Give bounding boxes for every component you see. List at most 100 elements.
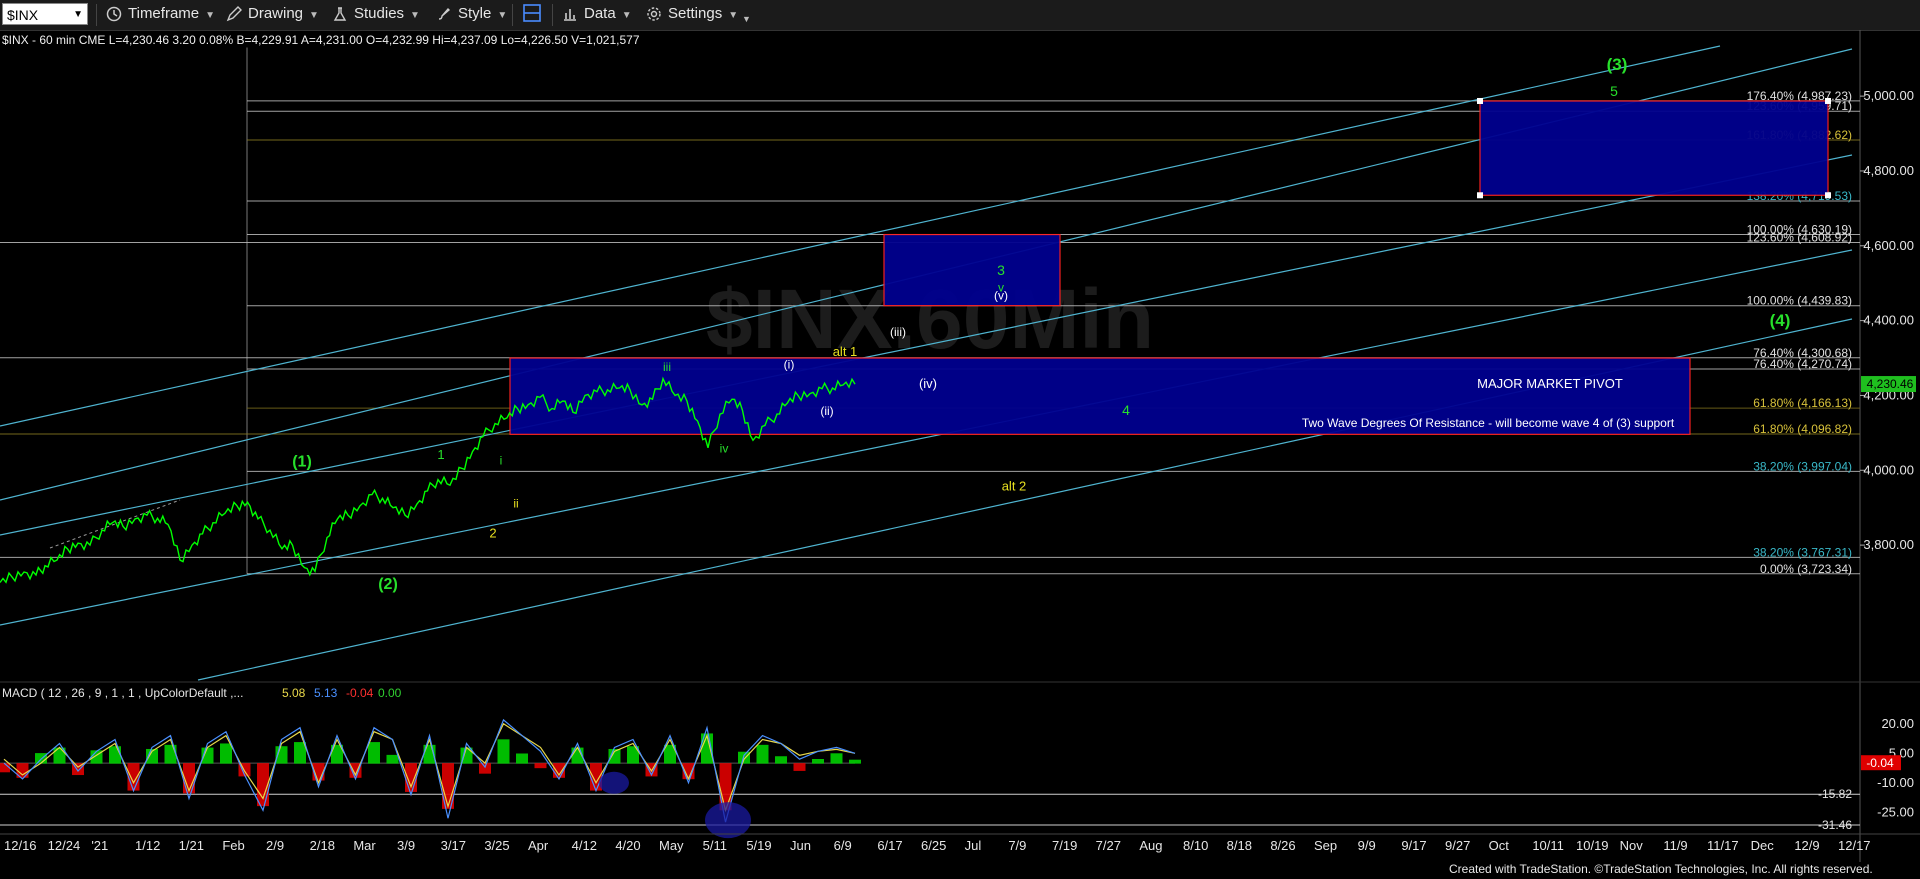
macd-level-label: -31.46 <box>1818 818 1852 832</box>
last-price-label: 4,230.46 <box>1867 377 1914 391</box>
toolbar-divider <box>512 4 513 26</box>
footer-credit: Created with TradeStation. ©TradeStation… <box>1449 862 1873 876</box>
fib-level-label: 76.40% (4,270.74) <box>1753 357 1852 371</box>
x-tick-label: 12/9 <box>1794 838 1819 853</box>
macd-last-label: -0.04 <box>1866 756 1894 770</box>
fib-level-label: 0.00% (3,723.34) <box>1760 562 1852 576</box>
fib-level-label: 61.80% (4,096.82) <box>1753 422 1852 436</box>
y-tick-label: 3,800.00 <box>1863 537 1914 552</box>
data-button[interactable]: Data ▼ <box>562 3 632 25</box>
macd-histogram-bar <box>35 753 47 764</box>
macd-value: -0.04 <box>346 686 374 700</box>
major-pivot-sublabel: Two Wave Degrees Of Resistance - will be… <box>1302 416 1675 430</box>
wave-label: alt 1 <box>833 344 858 359</box>
settings-button[interactable]: Settings ▼ <box>646 3 738 25</box>
timeframe-button[interactable]: Timeframe ▼ <box>106 3 215 25</box>
macd-value: 0.00 <box>378 686 402 700</box>
macd-histogram-bar <box>479 763 491 774</box>
x-tick-label: '21 <box>91 838 108 853</box>
wave-label: (ii) <box>820 404 833 418</box>
x-tick-label: Feb <box>222 838 244 853</box>
x-tick-label: Nov <box>1620 838 1644 853</box>
x-tick-label: 8/26 <box>1270 838 1295 853</box>
settings-label: Settings <box>668 5 723 22</box>
chevron-down-icon: ▼ <box>728 10 739 21</box>
wave-label: (1) <box>292 454 312 471</box>
chevron-down-icon: ▼ <box>497 10 508 21</box>
chevron-down-icon: ▼ <box>205 10 216 21</box>
wave-3-target-box <box>883 233 1061 307</box>
wave-label: (iv) <box>919 376 937 391</box>
x-tick-label: 9/27 <box>1445 838 1470 853</box>
drawing-label: Drawing <box>248 5 304 22</box>
x-tick-label: 9/9 <box>1358 838 1376 853</box>
x-tick-label: 8/10 <box>1183 838 1208 853</box>
studies-button[interactable]: Studies ▼ <box>332 3 420 25</box>
symbol-selector[interactable]: $INX ▼ <box>2 3 88 25</box>
y-tick-label: 4,800.00 <box>1863 163 1914 178</box>
studies-label: Studies <box>354 5 405 22</box>
price-chart[interactable]: $INX - 60 min CME L=4,230.46 3.20 0.08% … <box>0 30 1920 862</box>
macd-histogram-bar <box>756 744 769 764</box>
x-tick-label: 11/17 <box>1707 838 1739 853</box>
x-tick-label: 12/17 <box>1838 838 1871 853</box>
wave-label: 3 <box>997 262 1005 278</box>
x-tick-label: May <box>659 838 684 853</box>
chevron-down-icon: ▼ <box>410 10 420 21</box>
wave-label: 1 <box>437 447 444 462</box>
macd-histogram-bar <box>793 763 806 771</box>
chevron-down-icon: ▼ <box>621 10 632 21</box>
style-label: Style <box>458 5 492 22</box>
x-tick-label: 6/17 <box>877 838 902 853</box>
bar-chart-icon <box>564 9 576 21</box>
brush-icon <box>438 8 451 20</box>
macd-histogram-bar <box>109 746 121 764</box>
x-tick-label: 7/9 <box>1008 838 1026 853</box>
symbol-header: $INX - 60 min CME L=4,230.46 3.20 0.08% … <box>2 33 640 47</box>
x-tick-label: 10/11 <box>1532 838 1564 853</box>
macd-level-label: -15.82 <box>1818 787 1852 801</box>
macd-histogram-bar <box>294 742 306 764</box>
macd-histogram-bar <box>534 763 547 769</box>
x-tick-label: 7/19 <box>1052 838 1077 853</box>
layout-button[interactable] <box>522 3 542 25</box>
wave-label: 5 <box>1610 83 1618 99</box>
macd-histogram-bar <box>812 759 824 764</box>
macd-header: MACD ( 12 , 26 , 9 , 1 , 1 , UpColorDefa… <box>2 686 243 700</box>
macd-histogram-bar <box>738 751 750 764</box>
x-tick-label: Jul <box>965 838 982 853</box>
x-tick-label: 7/27 <box>1096 838 1121 853</box>
x-tick-label: 2/18 <box>310 838 335 853</box>
fib-level-label: 100.00% (4,439.83) <box>1747 294 1852 308</box>
wave-label: i <box>500 454 503 468</box>
wave-label: alt 2 <box>1002 478 1027 493</box>
wave-label: (3) <box>1607 55 1628 74</box>
x-tick-label: 6/9 <box>834 838 852 853</box>
drawing-button[interactable]: Drawing ▼ <box>226 3 319 25</box>
macd-y-tick-label: 20.00 <box>1881 716 1914 731</box>
x-tick-label: 4/20 <box>615 838 640 853</box>
toolbar-overflow-icon[interactable]: ▼ <box>742 8 751 30</box>
macd-divergence-circle <box>599 771 629 794</box>
x-tick-label: 5/11 <box>703 838 727 853</box>
x-tick-label: 8/18 <box>1227 838 1252 853</box>
x-tick-label: 3/25 <box>484 838 509 853</box>
x-tick-label: 1/21 <box>179 838 204 853</box>
macd-histogram-bar <box>849 759 861 764</box>
wave-label: (2) <box>378 576 398 593</box>
fib-level-label: 38.20% (3,997.04) <box>1753 459 1852 473</box>
style-button[interactable]: Style ▼ <box>436 3 507 25</box>
x-tick-label: 1/12 <box>135 838 160 853</box>
x-tick-label: Apr <box>528 838 549 853</box>
macd-y-tick-label: -10.00 <box>1877 775 1914 790</box>
channel-line <box>0 154 1853 536</box>
x-tick-label: Dec <box>1751 838 1775 853</box>
window-layout-icon <box>523 4 541 22</box>
box-handle <box>1825 97 1831 104</box>
x-tick-label: Jun <box>790 838 811 853</box>
flask-icon <box>333 7 347 21</box>
wave-3-major-target-box <box>1479 100 1829 196</box>
fib-level-label: 61.80% (4,166.13) <box>1753 396 1852 410</box>
x-tick-label: 10/19 <box>1576 838 1609 853</box>
trend-dashed-line <box>49 499 181 549</box>
